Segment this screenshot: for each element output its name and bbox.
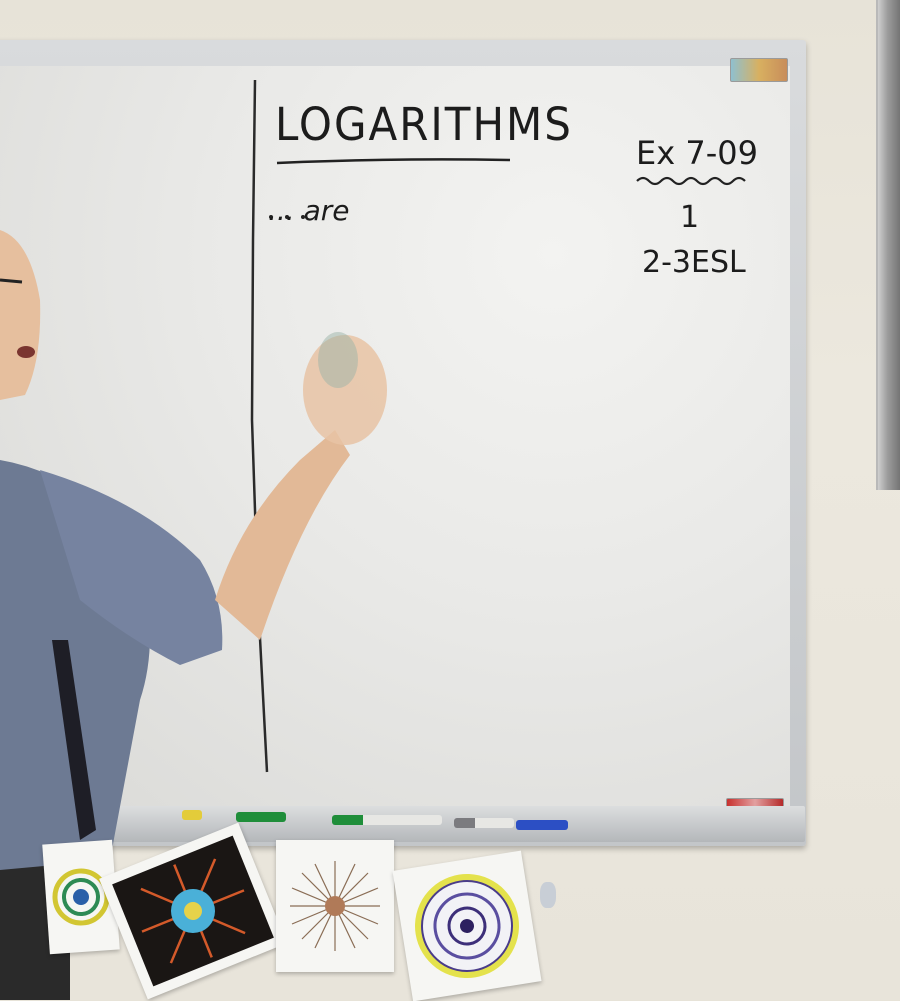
exercise-underline [636,176,746,186]
exercise-line-2: 2-3ESL [642,245,746,280]
marker-blue [516,820,568,830]
poster-starburst [276,840,394,972]
marker-grey [454,818,514,828]
poster-mandala-3 [392,850,542,1001]
wall-pin [540,882,556,908]
exercise-title: Ex 7-09 [636,134,758,172]
exercise-line-1: 1 [680,200,700,235]
